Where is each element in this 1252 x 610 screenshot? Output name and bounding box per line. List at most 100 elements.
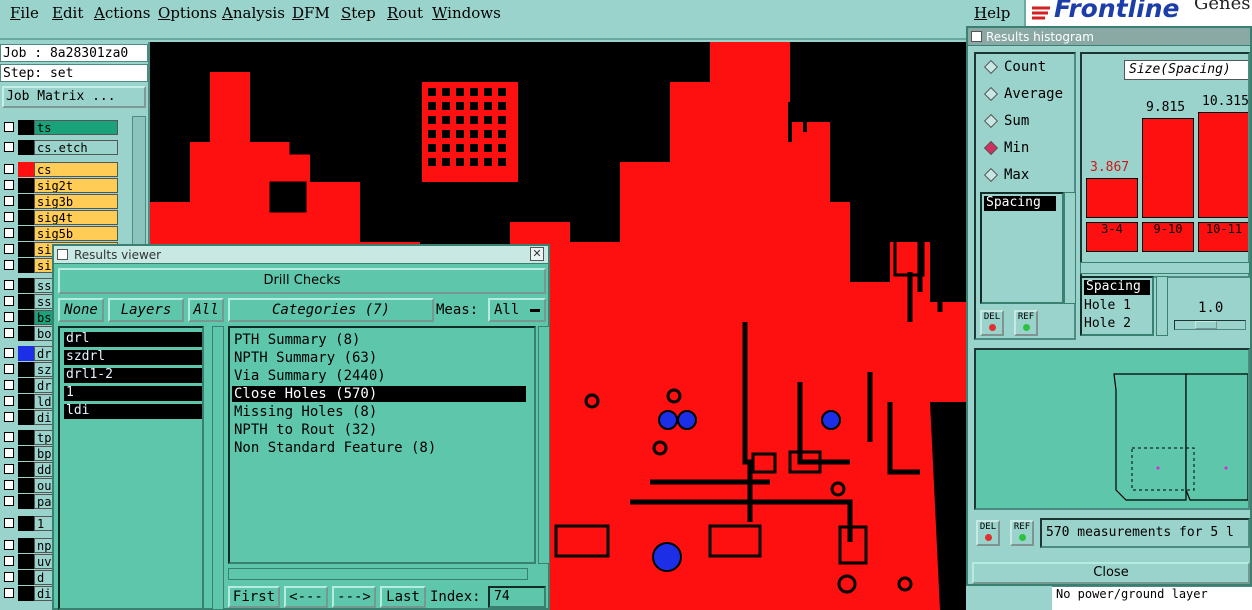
mode-radio[interactable]: Count [983,58,1074,76]
window-menu-icon[interactable] [971,31,982,42]
layer-checkbox[interactable] [4,432,14,442]
layer-checkbox[interactable] [4,348,14,358]
layer-checkbox[interactable] [4,244,14,254]
mode-radio[interactable]: Average [983,85,1074,103]
del-button[interactable]: DEL [980,310,1004,336]
layer-checkbox[interactable] [4,412,14,422]
categories-listbox[interactable]: PTH Summary (8) NPTH Summary (63) Via Summ… [228,326,536,564]
categories-button[interactable]: Categories (7) [228,298,434,322]
feature-preview[interactable] [974,348,1250,510]
job-matrix-button[interactable]: Job Matrix ... [2,86,146,108]
ref-button[interactable]: REF [1014,310,1038,336]
slider-handle[interactable] [1195,321,1217,329]
layer-name[interactable]: ts [34,120,118,135]
category-item[interactable]: NPTH to Rout (32) [232,422,377,438]
scale-slider[interactable] [1174,320,1246,330]
layer-checkbox[interactable] [4,212,14,222]
attribute-scrollbar[interactable] [1156,276,1168,336]
preview-ref-button[interactable]: REF [1010,520,1034,546]
layer-item-1[interactable]: 1 [64,386,202,401]
layer-row[interactable]: cs.etch [0,140,122,155]
layer-name[interactable]: sig4t [34,210,118,225]
prev-button[interactable]: <--- [284,586,328,608]
layer-checkbox[interactable] [4,328,14,338]
layer-name[interactable]: cs [34,162,118,177]
layer-name[interactable]: sig5b [34,226,118,241]
layer-row[interactable]: sig2t [0,178,122,193]
layer-checkbox[interactable] [4,364,14,374]
field-scrollbar[interactable] [1064,192,1076,304]
layer-checkbox[interactable] [4,228,14,238]
layer-item-drl1-2[interactable]: drl1-2 [64,368,202,383]
window-menu-icon[interactable] [57,249,68,260]
layers-listbox[interactable]: drl szdrl drl1-2 1 ldi [58,326,204,610]
attribute-listbox[interactable]: Spacing Hole 1 Hole 2 [1080,276,1154,336]
histogram-hscrollbar[interactable] [1080,262,1250,274]
layer-checkbox[interactable] [4,296,14,306]
layer-checkbox[interactable] [4,164,14,174]
layer-checkbox[interactable] [4,448,14,458]
layer-checkbox[interactable] [4,464,14,474]
histogram-chart[interactable]: Size(Spacing) 3.867 3-4 9.815 9-10 10.315 10-… [1080,52,1250,278]
layer-name[interactable]: cs.etch [34,140,118,155]
layer-checkbox[interactable] [4,480,14,490]
layer-item-ldi[interactable]: ldi [64,404,202,419]
histogram-bar[interactable] [1086,178,1138,218]
layer-row[interactable]: ts [0,120,122,135]
layer-checkbox[interactable] [4,496,14,506]
layer-checkbox[interactable] [4,260,14,270]
preview-del-button[interactable]: DEL [976,520,1000,546]
layer-checkbox[interactable] [4,380,14,390]
layers-scrollbar[interactable] [212,326,224,610]
menu-file[interactable]: File [10,4,39,22]
layer-checkbox[interactable] [4,312,14,322]
categories-hscrollbar[interactable] [228,568,528,580]
layer-checkbox[interactable] [4,588,14,598]
layer-checkbox[interactable] [4,180,14,190]
layer-row[interactable]: sig5b [0,226,122,241]
layer-checkbox[interactable] [4,540,14,550]
categories-vscrollbar[interactable] [538,326,550,564]
menu-options[interactable]: Options [158,4,217,22]
close-button[interactable]: Close [972,562,1250,584]
category-item[interactable]: Non Standard Feature (8) [232,440,436,456]
layer-checkbox[interactable] [4,280,14,290]
layer-item-drl[interactable]: drl [64,332,202,347]
layer-row[interactable]: sig3b [0,194,122,209]
histogram-bar[interactable] [1198,112,1248,218]
menu-help[interactable]: Help [974,4,1010,22]
menu-windows[interactable]: Windows [432,4,501,22]
mode-radio[interactable]: Sum [983,112,1074,130]
category-item[interactable]: NPTH Summary (63) [232,350,377,366]
layer-row[interactable]: cs [0,162,122,177]
menu-analysis[interactable]: Analysis [222,4,285,22]
last-button[interactable]: Last [380,586,426,608]
index-input[interactable]: 74 [488,586,546,608]
layer-row[interactable]: sig4t [0,210,122,225]
field-item-spacing[interactable]: Spacing [984,196,1056,211]
mode-radio[interactable]: Min [983,139,1074,157]
layer-checkbox[interactable] [4,396,14,406]
menu-actions[interactable]: Actions [94,4,150,22]
field-listbox[interactable]: Spacing [980,192,1064,304]
menu-step[interactable]: Step [341,4,376,22]
layer-name[interactable]: sig3b [34,194,118,209]
attribute-item-spacing[interactable]: Spacing [1084,280,1150,295]
results-viewer-titlebar[interactable]: Results viewer ✕ [54,246,548,264]
close-icon[interactable]: ✕ [530,247,544,261]
meas-select[interactable]: All [488,298,546,322]
category-item[interactable]: Missing Holes (8) [232,404,377,420]
all-button[interactable]: All [188,298,224,322]
layer-checkbox[interactable] [4,142,14,152]
layers-button[interactable]: Layers [108,298,184,322]
layer-checkbox[interactable] [4,556,14,566]
layer-checkbox[interactable] [4,572,14,582]
menu-dfm[interactable]: DFM [292,4,330,22]
layer-checkbox[interactable] [4,518,14,528]
layer-name[interactable]: sig2t [34,178,118,193]
attribute-item-hole1[interactable]: Hole 1 [1084,298,1131,313]
histogram-bar[interactable] [1142,118,1194,218]
category-item[interactable]: Via Summary (2440) [232,368,386,384]
layer-checkbox[interactable] [4,196,14,206]
next-button[interactable]: ---> [332,586,376,608]
